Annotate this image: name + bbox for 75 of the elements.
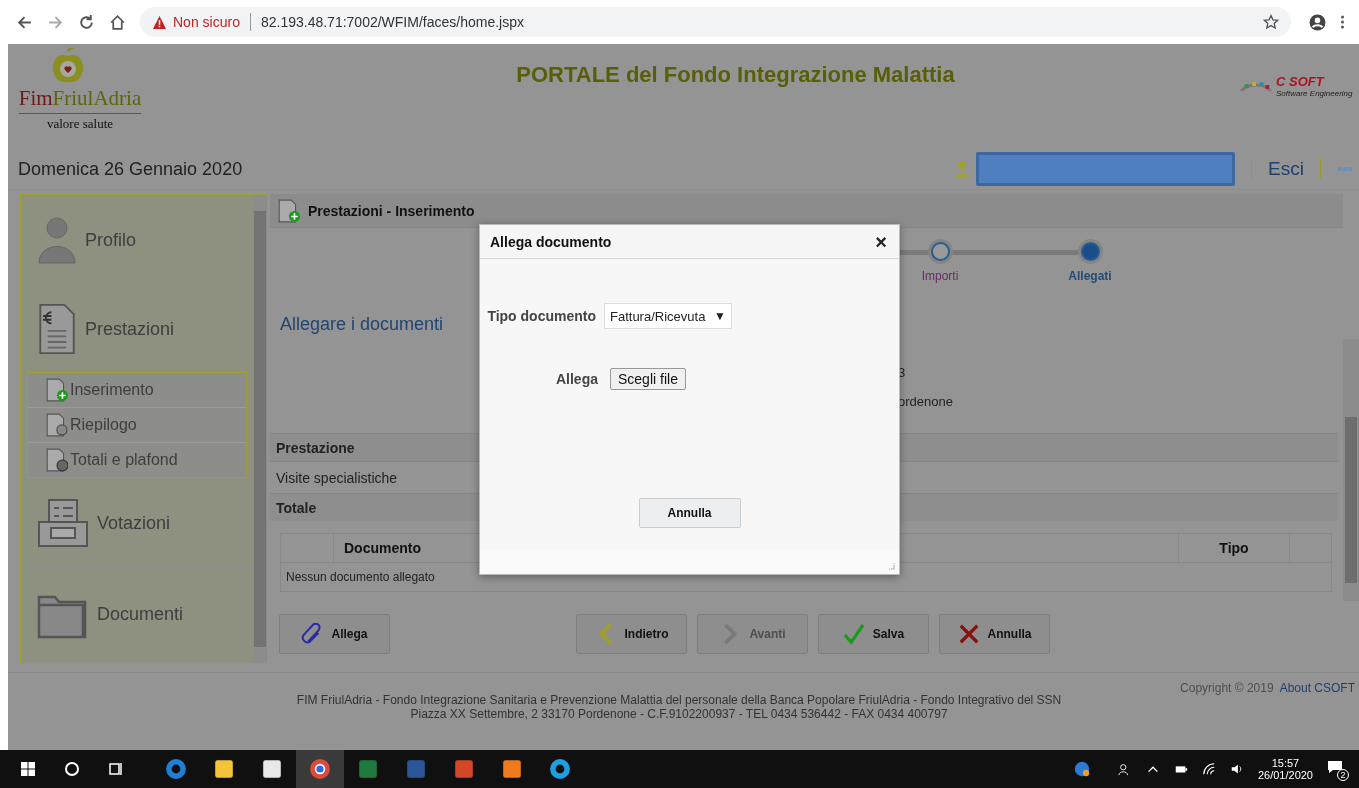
app-icon[interactable] — [309, 758, 331, 780]
document-icon — [46, 413, 68, 437]
star-icon[interactable] — [1263, 14, 1279, 30]
url-text: 82.193.48.71:7002/WFIM/faces/home.jspx — [260, 14, 525, 30]
brand-slogan: valore salute — [46, 116, 114, 132]
current-date: Domenica 26 Gennaio 2020 — [18, 158, 243, 180]
dialog-title: Allega documento — [490, 233, 612, 250]
column-header: Tipo — [1178, 534, 1290, 562]
document-icon — [46, 448, 68, 472]
paperclip-icon — [301, 623, 324, 645]
cross-icon — [957, 623, 980, 645]
detail-text: ordenone — [898, 394, 953, 409]
about-link[interactable]: About CSOFT — [1279, 681, 1355, 721]
vendor-name: C SOFT — [1276, 74, 1326, 89]
document-type-dropdown[interactable]: Fattura/Ricevuta ▼ — [604, 303, 732, 329]
copyright-text: Copyright © 2019 — [1180, 681, 1274, 697]
sidebar-item[interactable]: Documenti — [27, 569, 247, 660]
action-button[interactable]: Indietro — [576, 614, 687, 654]
app-icon[interactable] — [261, 758, 283, 780]
add-document-icon — [278, 198, 300, 223]
speaker-icon[interactable] — [1229, 762, 1244, 776]
clock-time[interactable]: 15:57 — [1271, 757, 1300, 769]
footer-text: FIM FriulAdria - Fondo Integrazione Sanitaria e Prevenzione Malattia del personale della Banca Popolare FriulAdria - Fondo Integrativo del SSN — [296, 693, 1062, 707]
menu-icon[interactable] — [1340, 14, 1345, 30]
vendor-tagline: Software Engineering — [1276, 89, 1353, 98]
submenu-item[interactable]: Totali e plafond — [28, 443, 246, 477]
document-icon — [46, 378, 68, 402]
section-heading: Allegare i documenti — [280, 314, 445, 335]
action-button[interactable]: Allega — [279, 614, 390, 654]
clock-date[interactable]: 26/01/2020 — [1257, 769, 1313, 781]
footer-text: Piazza XX Settembre, 2 33170 Pordenone - C.F.9102200937 - TEL 0434 536442 - FAX 0434 400797 — [410, 707, 948, 721]
submenu-item[interactable]: Inserimento — [28, 373, 246, 408]
resize-grip-icon[interactable] — [887, 562, 895, 570]
sidebar-item[interactable]: Profilo — [27, 195, 247, 286]
step-label[interactable]: Importi — [921, 269, 959, 283]
app-icon[interactable] — [501, 758, 523, 780]
ballot-box-icon — [37, 498, 89, 548]
wifi-icon[interactable] — [1201, 762, 1216, 776]
windows-start-icon[interactable] — [20, 761, 36, 777]
address-bar[interactable]: Non sicuro 82.193.48.71:7002/WFIM/faces/home.jspx — [140, 7, 1291, 37]
vendor-logo-icon — [1239, 79, 1273, 93]
field-label: Allega — [555, 371, 598, 387]
section-title: Prestazioni - Inserimento — [308, 202, 475, 219]
help-icon[interactable] — [1073, 761, 1090, 777]
cancel-button[interactable]: Annulla — [638, 498, 741, 528]
task-view-icon[interactable] — [108, 761, 124, 777]
reload-icon[interactable] — [78, 13, 95, 31]
logout-link[interactable]: Esci — [1268, 158, 1304, 180]
scrollbar[interactable] — [1343, 339, 1359, 601]
app-icon[interactable] — [549, 758, 571, 780]
close-button[interactable]: × — [873, 231, 889, 252]
column-header: Documento — [343, 540, 422, 556]
portal-title: PORTALE del Fondo Integrazione Malattia — [515, 61, 956, 88]
sidebar-item[interactable]: Votazioni — [27, 478, 247, 569]
action-button[interactable]: Salva — [818, 614, 929, 654]
account-icon[interactable] — [1309, 13, 1326, 31]
home-icon[interactable] — [109, 13, 126, 31]
notifications-button[interactable]: 2 — [1327, 759, 1349, 779]
person-icon — [37, 214, 77, 266]
invoice-icon — [37, 303, 77, 355]
app-icon[interactable] — [213, 758, 235, 780]
search-icon[interactable] — [64, 761, 80, 777]
sidebar-item[interactable]: Prestazioni — [27, 286, 247, 372]
choose-file-button[interactable]: Scegli file — [610, 368, 686, 390]
warning-icon — [152, 14, 167, 30]
action-button[interactable]: Annulla — [939, 614, 1050, 654]
empty-message: Nessun documento allegato — [286, 570, 435, 584]
brand-name: FimFriulAdria — [18, 86, 142, 114]
security-label: Non sicuro — [173, 14, 240, 30]
user-icon — [956, 160, 969, 178]
field-label: Tipo documento — [486, 308, 596, 324]
submenu-item[interactable]: Riepilogo — [28, 408, 246, 443]
checkmark-icon — [842, 623, 865, 645]
scrollbar[interactable] — [253, 195, 267, 663]
step-label[interactable]: Allegati — [1068, 269, 1112, 283]
